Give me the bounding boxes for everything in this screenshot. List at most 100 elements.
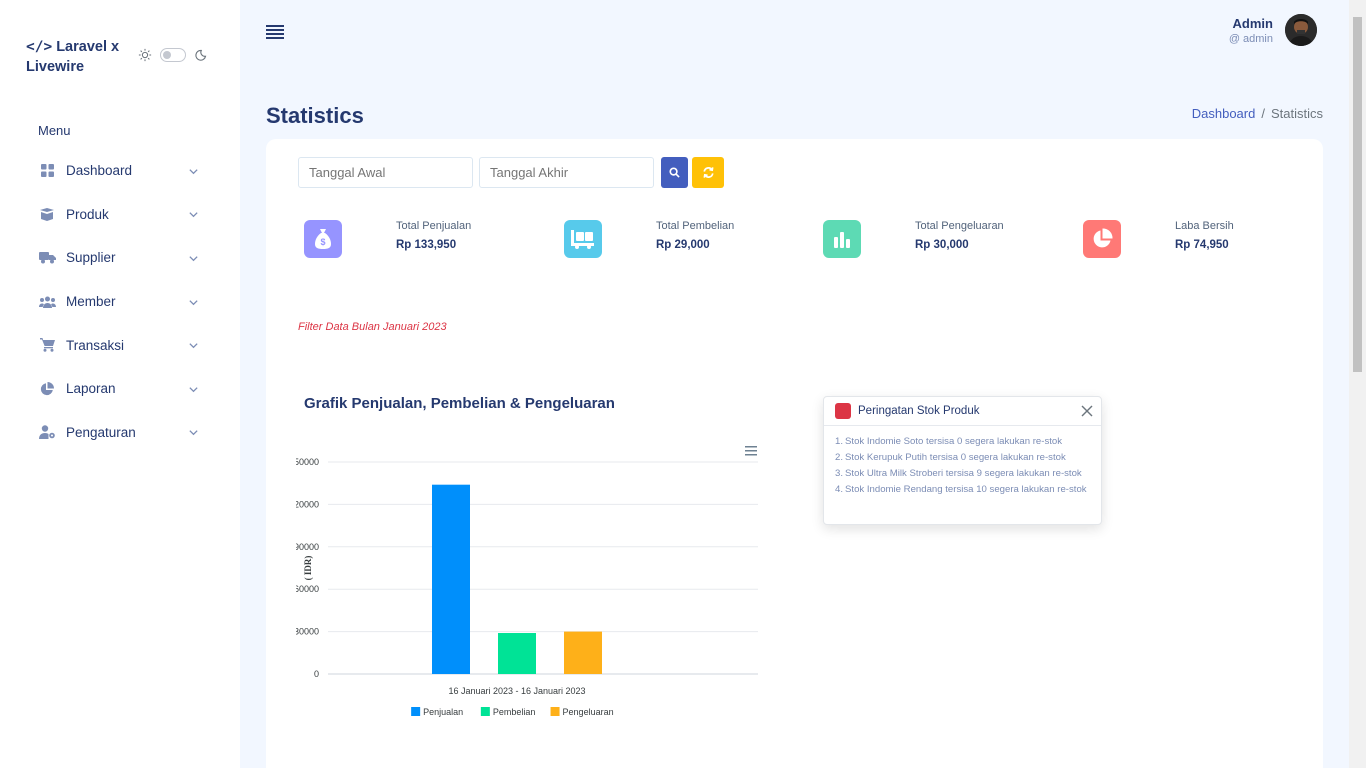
user-info: Admin @ admin (1229, 16, 1273, 45)
page-title: Statistics (266, 103, 364, 128)
sidebar-item-label: Member (66, 294, 116, 310)
cart-icon (38, 336, 56, 354)
sidebar-item-label: Transaksi (66, 337, 125, 353)
list-item-text: Stok Indomie Rendang tersisa 10 segera l… (845, 484, 1087, 495)
popup-header: Peringatan Stok Produk (824, 397, 1101, 426)
stock-warning-list: 1. Stok Indomie Soto tersisa 0 segera lak… (824, 426, 1101, 497)
chevron-down-icon (189, 169, 198, 175)
sidebar-item-supplier[interactable]: Supplier (0, 236, 240, 280)
bar-pengeluaran (564, 631, 602, 674)
page-scrollbar[interactable] (1349, 0, 1366, 768)
chevron-down-icon (189, 430, 198, 436)
y-tick-label: 0 (314, 669, 319, 679)
code-icon: </> (26, 39, 53, 55)
scrollbar-thumb[interactable] (1353, 17, 1362, 372)
chevron-down-icon (189, 256, 198, 262)
stat-label: Total Pengeluaran (915, 220, 1004, 232)
stock-warning-popup: Peringatan Stok Produk 1. Stok Indomie So… (823, 396, 1102, 525)
chart-title: Grafik Penjualan, Pembelian & Pengeluara… (304, 395, 615, 412)
theme-toggle (138, 48, 207, 62)
legend-label: Pembelian (493, 707, 536, 717)
search-button[interactable] (661, 157, 688, 188)
stat-value: Rp 30,000 (915, 239, 969, 251)
y-axis-label: ( IDR) (303, 556, 313, 581)
bar-chart: 150000 120000 90000 60000 30000 0 ( IDR) 16 Jan… (296, 457, 758, 717)
y-tick-label: 30000 (296, 627, 319, 637)
close-button[interactable] (1080, 404, 1094, 423)
sidebar-item-member[interactable]: Member (0, 280, 240, 324)
hamburger-menu-button[interactable] (266, 24, 284, 45)
close-icon (1081, 405, 1093, 417)
sidebar-item-produk[interactable]: Produk (0, 193, 240, 237)
chevron-down-icon (189, 212, 198, 218)
sidebar-item-laporan[interactable]: Laporan (0, 367, 240, 411)
user-menu[interactable]: Admin @ admin (1229, 14, 1317, 46)
x-tick-label: 16 Januari 2023 - 16 Januari 2023 (448, 686, 585, 696)
hamburger-icon (266, 25, 284, 39)
sidebar-item-label: Dashboard (66, 163, 133, 179)
y-tick-label: 150000 (296, 457, 319, 467)
chevron-down-icon (189, 343, 198, 349)
sidebar-item-dashboard[interactable]: Dashboard (0, 149, 240, 193)
box-icon (38, 205, 56, 223)
end-date-input[interactable] (479, 157, 654, 188)
list-item-text: Stok Indomie Soto tersisa 0 segera lakuk… (845, 436, 1063, 447)
avatar[interactable] (1285, 14, 1317, 46)
list-item: 3. Stok Ultra Milk Stroberi tersisa 9 seg… (835, 467, 1091, 481)
sidebar-item-pengaturan[interactable]: Pengaturan (0, 411, 240, 455)
dark-mode-switch[interactable] (160, 48, 186, 62)
breadcrumb: Dashboard / Statistics (1192, 106, 1323, 121)
start-date-input[interactable] (298, 157, 473, 188)
popup-title: Peringatan Stok Produk (858, 405, 980, 417)
truck-icon (38, 249, 56, 267)
switch-knob (163, 51, 171, 59)
users-icon (38, 293, 56, 311)
breadcrumb-separator: / (1261, 106, 1265, 121)
pie-icon (38, 380, 56, 398)
bar-penjualan (432, 484, 470, 674)
menu-title: Menu (38, 123, 71, 138)
list-item-number: 2. (835, 452, 844, 463)
bar-pembelian (498, 633, 536, 674)
list-item: 2. Stok Kerupuk Putih tersisa 0 segera la… (835, 451, 1091, 465)
reset-button[interactable] (692, 157, 724, 188)
sidebar-item-label: Supplier (66, 250, 116, 266)
sidebar-item-label: Pengaturan (66, 424, 136, 440)
sidebar-item-transaksi[interactable]: Transaksi (0, 323, 240, 367)
legend-label: Pengeluaran (563, 707, 614, 717)
bar-chart-icon (823, 220, 861, 258)
list-item: 4. Stok Indomie Rendang tersisa 10 segera… (835, 483, 1091, 497)
y-tick-label: 60000 (296, 584, 319, 594)
svg-text:$: $ (320, 237, 325, 247)
y-tick-label: 120000 (296, 499, 319, 509)
user-handle: @ admin (1228, 32, 1273, 45)
sidebar-menu: Dashboard Produk Supplier Member Transak… (0, 149, 240, 454)
sidebar-item-label: Laporan (66, 381, 116, 397)
statistics-card: $ Total Penjualan Rp 133,950 Total Pembe… (266, 139, 1323, 768)
filter-note: Filter Data Bulan Januari 2023 (298, 321, 447, 333)
list-item-text: Stok Kerupuk Putih tersisa 0 segera laku… (845, 452, 1066, 463)
moon-icon (195, 49, 207, 61)
legend-marker (411, 707, 421, 716)
search-icon (669, 167, 680, 178)
breadcrumb-link-dashboard[interactable]: Dashboard (1192, 106, 1256, 121)
refresh-icon (702, 167, 714, 178)
stat-label: Total Penjualan (396, 220, 472, 232)
list-item: 1. Stok Indomie Soto tersisa 0 segera lak… (835, 435, 1091, 449)
pie-chart-icon (1083, 220, 1121, 258)
dolly-icon (564, 220, 602, 258)
list-item-text: Stok Ultra Milk Stroberi tersisa 9 seger… (845, 468, 1082, 479)
legend-label: Penjualan (423, 707, 463, 717)
breadcrumb-current: Statistics (1270, 106, 1323, 121)
user-gear-icon (38, 423, 56, 441)
sidebar-item-label: Produk (66, 206, 109, 222)
brand-logo[interactable]: </> Laravel x Livewire (26, 37, 126, 77)
warning-square-icon (835, 403, 851, 419)
legend-marker (550, 707, 560, 716)
user-name: Admin (1232, 15, 1273, 31)
stat-value: Rp 29,000 (656, 239, 710, 251)
list-item-number: 1. (835, 436, 844, 447)
y-tick-label: 90000 (296, 542, 319, 552)
sidebar: </>Laravel x Livewire Menu Dashboard Pr (0, 0, 240, 768)
chevron-down-icon (189, 386, 198, 393)
